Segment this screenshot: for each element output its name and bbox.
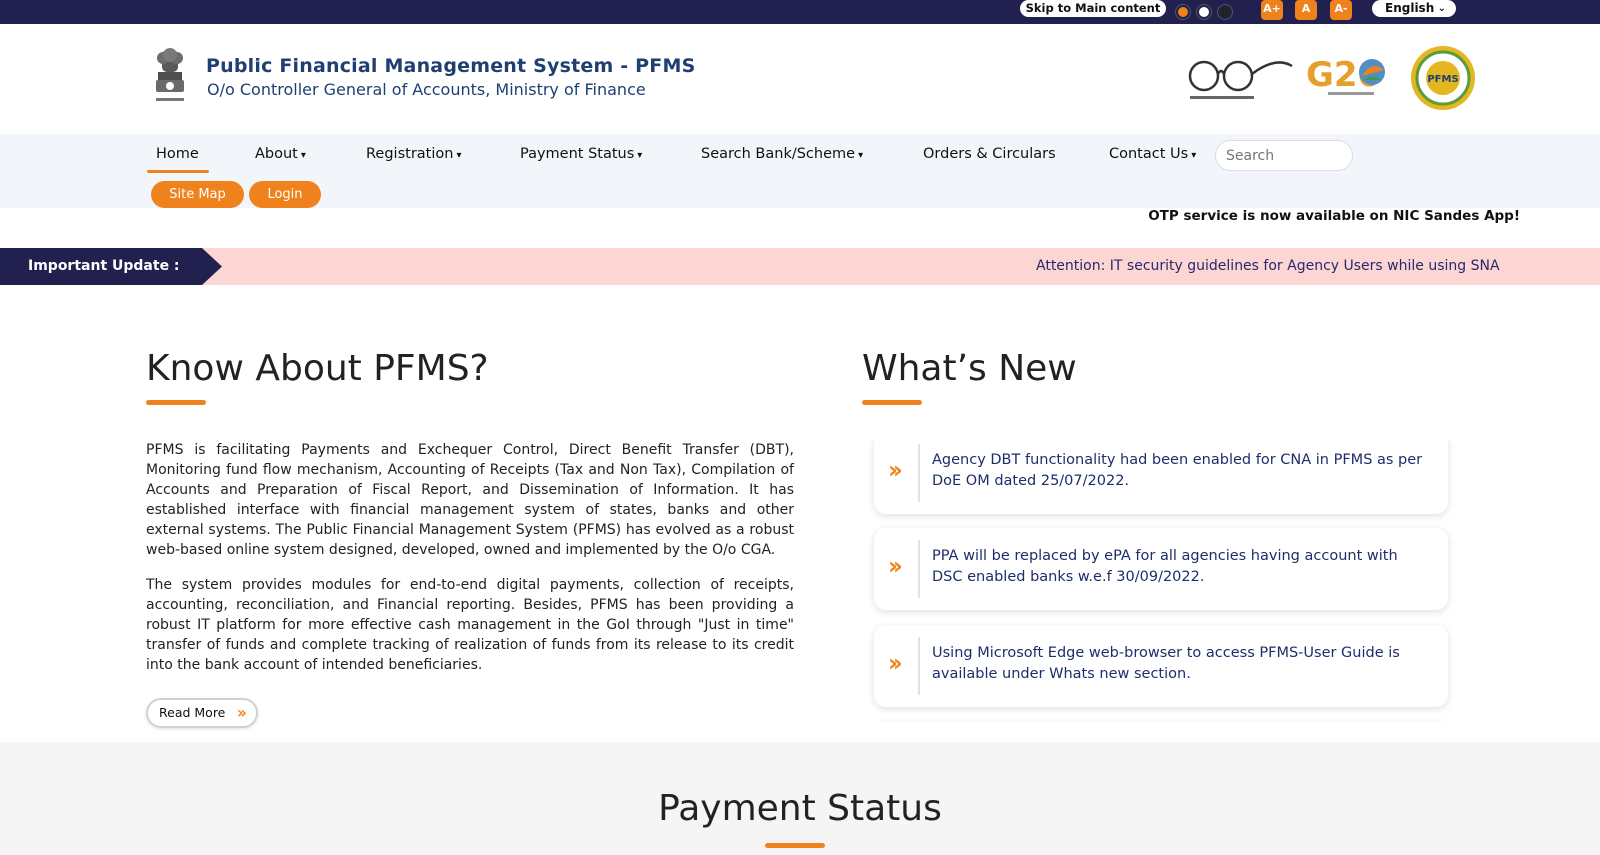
nav-orders-circulars-label: Orders & Circulars — [923, 146, 1056, 162]
skip-to-main-button[interactable]: Skip to Main content — [1020, 0, 1166, 17]
login-button[interactable]: Login — [249, 181, 321, 208]
update-message-link[interactable]: Attention: IT security guidelines for Ag… — [1036, 258, 1500, 274]
theme-orange-icon[interactable] — [1176, 5, 1190, 19]
nav-home[interactable]: Home — [156, 146, 199, 162]
double-chevron-right-icon: ›› — [236, 703, 247, 722]
otp-marquee-text: OTP service is now available on NIC Sand… — [1148, 208, 1520, 224]
know-paragraph-2: The system provides modules for end-to-e… — [146, 577, 794, 673]
read-more-button[interactable]: Read More ›› — [146, 698, 258, 728]
font-increase-button[interactable]: A+ — [1261, 0, 1283, 20]
nav-contact-us[interactable]: Contact Us ▾ — [1109, 146, 1196, 162]
caret-down-icon: ▾ — [858, 150, 864, 161]
news-item[interactable]: ›› Using Microsoft Edge web-browser to a… — [874, 625, 1448, 707]
g20-logo-icon: G20 — [1306, 55, 1385, 95]
news-item-text: Using Microsoft Edge web-browser to acce… — [932, 645, 1400, 682]
language-select[interactable]: English ⌄ — [1372, 0, 1456, 17]
news-item[interactable]: ›› Agency DBT functionality had been ena… — [874, 440, 1448, 514]
payment-status-title-underline — [765, 843, 825, 848]
caret-down-icon: ▾ — [1191, 150, 1197, 161]
top-utility-bar — [0, 0, 1600, 24]
know-paragraph-1: PFMS is facilitating Payments and Excheq… — [146, 442, 794, 558]
nav-registration-label: Registration — [366, 146, 454, 162]
font-normal-button[interactable]: A — [1295, 0, 1317, 20]
double-chevron-right-icon: ›› — [888, 552, 903, 580]
nav-about-label: About — [255, 146, 298, 162]
theme-white-icon[interactable] — [1197, 5, 1211, 19]
nav-active-indicator — [147, 170, 209, 173]
national-emblem-icon — [156, 48, 184, 101]
language-label: English — [1385, 1, 1435, 15]
swachh-bharat-logo-icon — [1188, 60, 1293, 99]
nav-contact-us-label: Contact Us — [1109, 146, 1189, 162]
nav-payment-status-label: Payment Status — [520, 146, 635, 162]
know-title-underline — [146, 400, 206, 405]
nav-home-label: Home — [156, 146, 199, 162]
whats-new-list[interactable]: ›› Agency DBT functionality had been ena… — [866, 440, 1466, 722]
nav-payment-status[interactable]: Payment Status ▾ — [520, 146, 642, 162]
nav-search-bank-scheme[interactable]: Search Bank/Scheme ▾ — [701, 146, 863, 162]
caret-down-icon: ▾ — [300, 150, 306, 161]
news-divider — [918, 540, 920, 598]
news-divider — [918, 444, 920, 502]
chevron-down-icon: ⌄ — [1437, 3, 1446, 14]
site-subtitle: O/o Controller General of Accounts, Mini… — [207, 80, 646, 99]
read-more-label: Read More — [159, 705, 226, 720]
theme-dark-icon[interactable] — [1218, 5, 1232, 19]
double-chevron-right-icon: ›› — [888, 649, 903, 677]
caret-down-icon: ▾ — [456, 150, 462, 161]
site-title: Public Financial Management System - PFM… — [206, 55, 696, 77]
nav-search-bank-scheme-label: Search Bank/Scheme — [701, 146, 856, 162]
font-decrease-button[interactable]: A- — [1330, 0, 1352, 20]
nav-about[interactable]: About ▾ — [255, 146, 306, 162]
update-label: Important Update : — [28, 258, 180, 274]
whats-new-title-underline — [862, 400, 922, 405]
news-item-text: Agency DBT functionality had been enable… — [932, 452, 1423, 489]
search-input[interactable] — [1215, 140, 1353, 171]
whats-new-title: What’s New — [862, 348, 1077, 389]
payment-status-title: Payment Status — [658, 788, 942, 829]
know-about-title: Know About PFMS? — [146, 348, 489, 389]
caret-down-icon: ▾ — [637, 150, 643, 161]
pfms-seal-icon: PFMS — [1411, 46, 1475, 110]
seal-text: PFMS — [1427, 74, 1458, 85]
news-divider — [918, 637, 920, 695]
double-chevron-right-icon: ›› — [888, 456, 903, 484]
news-item-text: PPA will be replaced by ePA for all agen… — [932, 548, 1398, 585]
nav-orders-circulars[interactable]: Orders & Circulars — [923, 146, 1056, 162]
site-map-button[interactable]: Site Map — [151, 181, 244, 208]
news-item[interactable]: ›› PPA will be replaced by ePA for all a… — [874, 528, 1448, 610]
nav-registration[interactable]: Registration ▾ — [366, 146, 461, 162]
